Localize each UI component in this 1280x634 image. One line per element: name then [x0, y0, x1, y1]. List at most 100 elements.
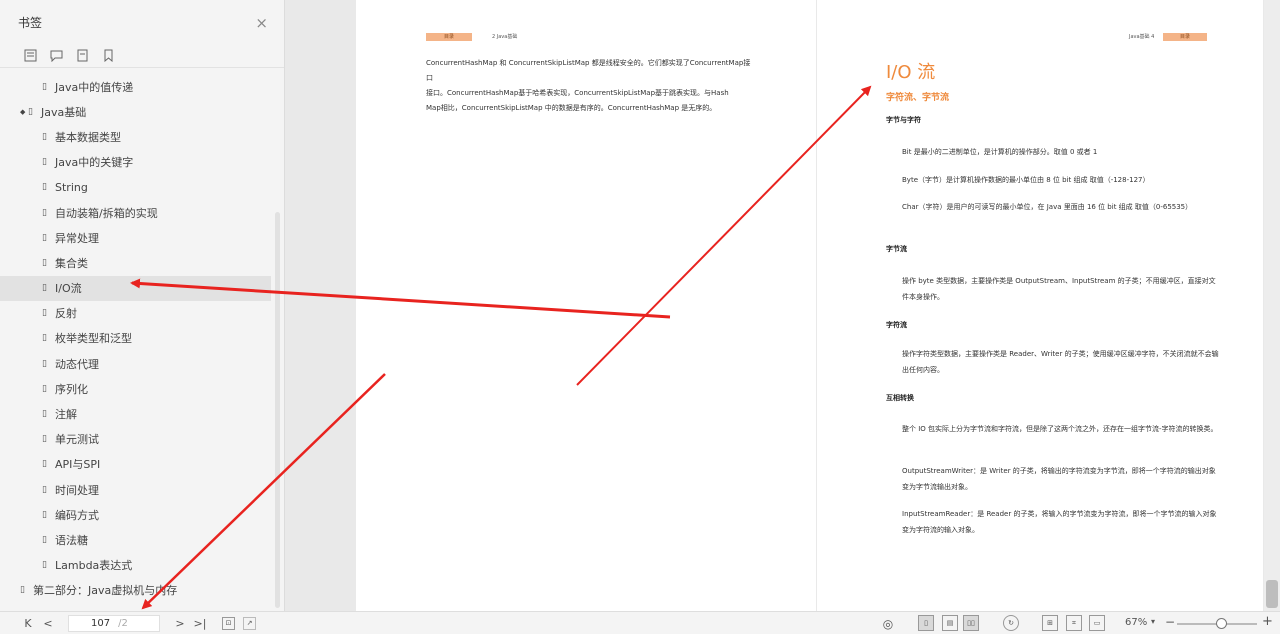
right-header-tag: 目录 [1163, 33, 1207, 41]
single-page-view-icon[interactable]: ▯ [918, 615, 934, 631]
bookmark-sidebar: 书签 × ▯ Java中的值传递 ◆ ▯ Java基础 ▯ 基本数据类型 ▯ Java中的关键字… [0, 0, 285, 611]
eye-icon[interactable]: ◎ [880, 616, 896, 632]
bookmark-entry-icon: ▯ [42, 81, 47, 92]
bookmark-entry-icon: ▯ [42, 534, 47, 545]
bookmark-icon[interactable] [100, 48, 116, 64]
toc-item[interactable]: ▯ 编码方式 [0, 502, 284, 527]
toc-item-label: 编码方式 [55, 508, 99, 522]
zoom-dropdown-icon[interactable]: ▾ [1151, 617, 1155, 626]
rotate-icon[interactable]: ↻ [1003, 615, 1019, 631]
sidebar-title: 书签 [18, 15, 43, 30]
toc-item[interactable]: ▯ 时间处理 [0, 477, 284, 502]
page-total: /2 [118, 617, 128, 629]
sidebar-scrollbar[interactable] [275, 212, 280, 608]
toc-item[interactable]: ▯ 序列化 [0, 376, 284, 401]
prev-page-button[interactable]: < [38, 617, 58, 630]
section-title: I/O 流 [886, 62, 936, 83]
toc-list: ▯ Java中的值传递 ◆ ▯ Java基础 ▯ 基本数据类型 ▯ Java中的关键字 ▯ Stri… [0, 74, 284, 609]
section-paragraph: Byte（字节）是计算机操作数据的最小单位由 8 位 bit 组成 取值（-12… [902, 176, 1150, 184]
thumbnail-icon[interactable] [74, 48, 90, 64]
toc-item[interactable]: ▯ 反射 [0, 301, 284, 326]
toc-item[interactable]: ▯ I/O流 [0, 275, 271, 301]
document-scroll-thumb[interactable] [1266, 580, 1278, 608]
bookmark-entry-icon: ▯ [42, 484, 47, 495]
section-paragraph: Bit 是最小的二进制单位，是计算机的操作部分。取值 0 或者 1 [902, 148, 1098, 156]
toc-item-label: Java中的关键字 [55, 156, 134, 170]
page-right: Java基础 4 目录 I/O 流 字符流、字节流 字节与字符 Bit 是最小的… [817, 0, 1263, 611]
last-page-button[interactable]: >| [190, 617, 210, 630]
bookmark-entry-icon: ▯ [42, 207, 47, 218]
first-page-button[interactable]: K [18, 617, 38, 630]
fullscreen-icon[interactable]: ⊞ [1042, 615, 1058, 631]
comment-icon[interactable] [48, 48, 64, 64]
document-view: 目录 2 Java基础 ConcurrentHashMap 和 Concurre… [286, 0, 1280, 611]
export-icon[interactable]: ↗ [243, 616, 256, 630]
toc-item[interactable]: ▯ 动态代理 [0, 351, 284, 376]
toc-item-label: 语法糖 [55, 533, 88, 547]
section-subtitle: 字符流、字节流 [886, 93, 950, 103]
toc-item[interactable]: ▯ 自动装箱/拆箱的实现 [0, 200, 284, 225]
sidebar-toolbar [0, 44, 284, 68]
toc-item-label: 序列化 [55, 382, 88, 396]
document-scrollbar[interactable] [1264, 0, 1280, 611]
zoom-level[interactable]: 67% [1125, 617, 1147, 628]
left-line: 接口。ConcurrentHashMap基于哈希表实现，ConcurrentSk… [426, 89, 729, 97]
toc-item-label: 异常处理 [55, 231, 99, 245]
toc-item[interactable]: ▯ 语法糖 [0, 527, 284, 552]
toc-item-label: API与SPI [55, 458, 101, 472]
toc-item[interactable]: ▯ API与SPI [0, 452, 284, 477]
bookmark-entry-icon: ▯ [20, 585, 25, 596]
right-header-text: Java基础 4 [1129, 34, 1155, 40]
bookmark-entry-icon: ▯ [42, 560, 47, 571]
section-paragraph: Char（字符）是用户的可读写的最小单位，在 Java 里面由 16 位 bit… [902, 203, 1193, 211]
page-current: 107 [91, 617, 111, 629]
close-icon[interactable]: × [255, 14, 268, 32]
section-paragraph: InputStreamReader：是 Reader 的子类，将输入的字节流变为… [902, 510, 1217, 534]
dual-page-view-icon[interactable]: ▯▯ [963, 615, 979, 631]
toc-item[interactable]: ▯ String [0, 175, 284, 200]
bookmark-entry-icon: ▯ [42, 358, 47, 369]
page-left: 目录 2 Java基础 ConcurrentHashMap 和 Concurre… [356, 0, 816, 611]
toc-item[interactable]: ▯ 异常处理 [0, 225, 284, 250]
bookmark-entry-icon: ▯ [42, 182, 47, 193]
bookmark-toggle-icon[interactable]: ▭ [1089, 615, 1105, 631]
zoom-out-button[interactable]: − [1165, 615, 1175, 629]
toc-item[interactable]: ▯ Java中的值传递 [0, 74, 284, 99]
section-heading: 字节与字符 [886, 116, 921, 124]
sidebar-header: 书签 × [0, 0, 284, 44]
toc-item[interactable]: ▯ 注解 [0, 401, 284, 426]
bookmark-entry-icon: ▯ [42, 509, 47, 520]
fit-page-icon[interactable]: ⊡ [222, 616, 235, 630]
zoom-in-button[interactable]: + [1262, 614, 1273, 629]
bookmark-entry-icon: ▯ [42, 459, 47, 470]
next-page-button[interactable]: > [170, 617, 190, 630]
status-bar: K < 107 /2 > >| ⊡ ↗ ◎ ▯ ▤ ▯▯ ↻ ⊞ ⌗ ▭ 67%… [0, 611, 1280, 634]
bookmark-entry-icon: ▯ [42, 308, 47, 319]
toc-item-label: 枚举类型和泛型 [55, 332, 132, 346]
left-line: Map相比，ConcurrentSkipListMap 中的数据是有序的。Con… [426, 104, 717, 112]
toc-item[interactable]: ▯ 基本数据类型 [0, 124, 284, 149]
bookmark-entry-icon: ▯ [28, 106, 33, 117]
left-header-tag: 目录 [426, 33, 472, 41]
zoom-slider-knob[interactable] [1216, 618, 1227, 629]
bookmark-list-icon[interactable] [22, 48, 38, 64]
toc-item-label: Java虚拟机与内存 [88, 584, 178, 598]
page-number-input[interactable]: 107 /2 [68, 614, 160, 632]
continuous-view-icon[interactable]: ▤ [942, 615, 958, 631]
toc-item[interactable]: ▯ 第二部分： Java虚拟机与内存 [0, 578, 284, 603]
toc-item-label: 自动装箱/拆箱的实现 [55, 206, 158, 220]
toc-item[interactable]: ▯ 单元测试 [0, 427, 284, 452]
toc-item-label: 时间处理 [55, 483, 99, 497]
crop-icon[interactable]: ⌗ [1066, 615, 1082, 631]
section-heading: 字节流 [886, 245, 907, 253]
bookmark-entry-icon: ▯ [42, 157, 47, 168]
expand-caret-icon[interactable]: ◆ [20, 108, 25, 116]
toc-item[interactable]: ▯ 枚举类型和泛型 [0, 326, 284, 351]
bookmark-entry-icon: ▯ [42, 409, 47, 420]
bookmark-entry-icon: ▯ [42, 434, 47, 445]
toc-item-label: 注解 [55, 408, 77, 422]
toc-item[interactable]: ◆ ▯ Java基础 [0, 99, 284, 124]
toc-item[interactable]: ▯ 集合类 [0, 250, 284, 275]
toc-item[interactable]: ▯ Lambda表达式 [0, 553, 284, 578]
toc-item[interactable]: ▯ Java中的关键字 [0, 150, 284, 175]
